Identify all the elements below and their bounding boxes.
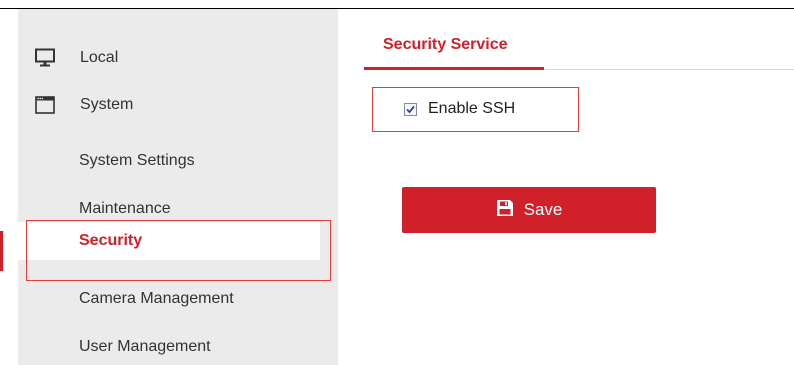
monitor-icon: [32, 46, 58, 70]
checkmark-icon: [406, 105, 415, 114]
sidebar-item-label: Maintenance: [79, 200, 171, 217]
active-tab-underline: [364, 67, 544, 70]
sidebar-item-system-settings[interactable]: System Settings: [0, 146, 320, 176]
sidebar-item-label: Local: [80, 49, 119, 66]
floppy-disk-icon: [496, 199, 514, 222]
window-icon: [32, 93, 58, 117]
save-button[interactable]: Save: [402, 187, 656, 233]
sidebar-item-user-management[interactable]: User Management: [0, 332, 320, 362]
enable-ssh-checkbox[interactable]: [404, 103, 417, 116]
active-indicator: [0, 231, 3, 271]
tab-security-service[interactable]: Security Service: [383, 36, 508, 54]
sidebar-item-label: System: [80, 96, 134, 113]
security-highlight-box: [26, 220, 331, 281]
sidebar-item-system[interactable]: System: [0, 90, 320, 120]
sidebar-item-label: User Management: [79, 338, 211, 355]
sidebar-item-label: Camera Management: [79, 290, 234, 307]
sidebar-item-label: System Settings: [79, 152, 195, 169]
sidebar-item-local[interactable]: Local: [0, 43, 320, 73]
save-button-label: Save: [523, 200, 563, 219]
enable-ssh-label[interactable]: Enable SSH: [428, 100, 515, 118]
sidebar-item-camera-management[interactable]: Camera Management: [0, 284, 320, 314]
